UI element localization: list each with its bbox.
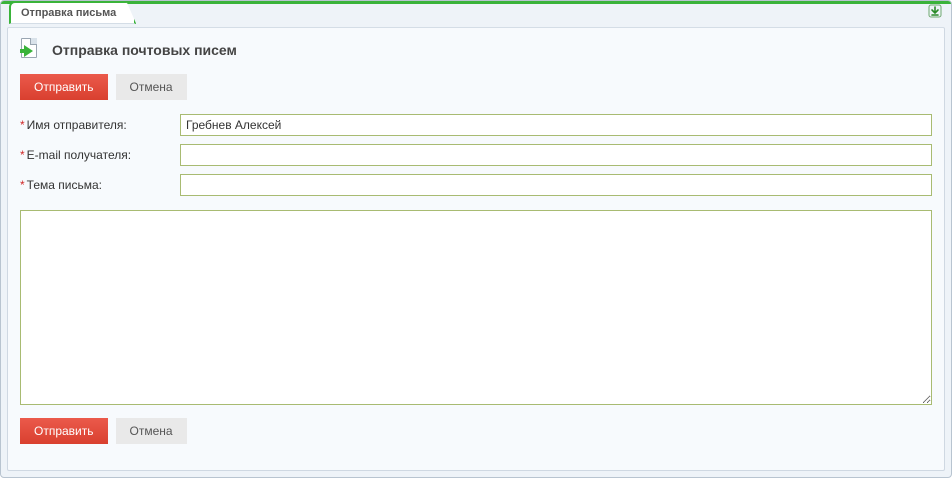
tab-row: Отправка письма	[1, 1, 951, 27]
submit-button-bottom[interactable]: Отправить	[20, 418, 108, 444]
subject-input[interactable]	[180, 174, 932, 196]
panel-body: Отправка почтовых писем Отправить Отмена…	[7, 27, 945, 471]
subject-label-text: Тема письма:	[27, 178, 102, 192]
tab-label: Отправка письма	[21, 7, 116, 19]
download-icon	[928, 4, 942, 18]
required-marker: *	[20, 118, 25, 132]
sender-label: *Имя отправителя:	[20, 118, 180, 132]
required-marker: *	[20, 148, 25, 162]
recipient-label-text: E-mail получателя:	[27, 148, 131, 162]
sender-input[interactable]	[180, 114, 932, 136]
form-row-subject: *Тема письма:	[20, 174, 932, 196]
subject-label: *Тема письма:	[20, 178, 180, 192]
cancel-button-top[interactable]: Отмена	[116, 74, 187, 100]
panel-header: Отправка почтовых писем	[20, 38, 932, 62]
recipient-label: *E-mail получателя:	[20, 148, 180, 162]
body-textarea[interactable]	[20, 210, 932, 405]
send-mail-icon	[20, 38, 44, 62]
form-row-sender: *Имя отправителя:	[20, 114, 932, 136]
cancel-button-bottom[interactable]: Отмена	[116, 418, 187, 444]
mail-compose-window: Отправка письма Отправка почтовых писем …	[0, 0, 952, 478]
collapse-button[interactable]	[927, 3, 943, 19]
panel-title: Отправка почтовых писем	[52, 42, 237, 58]
recipient-input[interactable]	[180, 144, 932, 166]
required-marker: *	[20, 178, 25, 192]
bottom-button-row: Отправить Отмена	[20, 418, 932, 444]
tab-send-mail[interactable]: Отправка письма	[9, 1, 136, 24]
sender-label-text: Имя отправителя:	[27, 118, 127, 132]
form-row-recipient: *E-mail получателя:	[20, 144, 932, 166]
top-button-row: Отправить Отмена	[20, 74, 932, 100]
submit-button-top[interactable]: Отправить	[20, 74, 108, 100]
